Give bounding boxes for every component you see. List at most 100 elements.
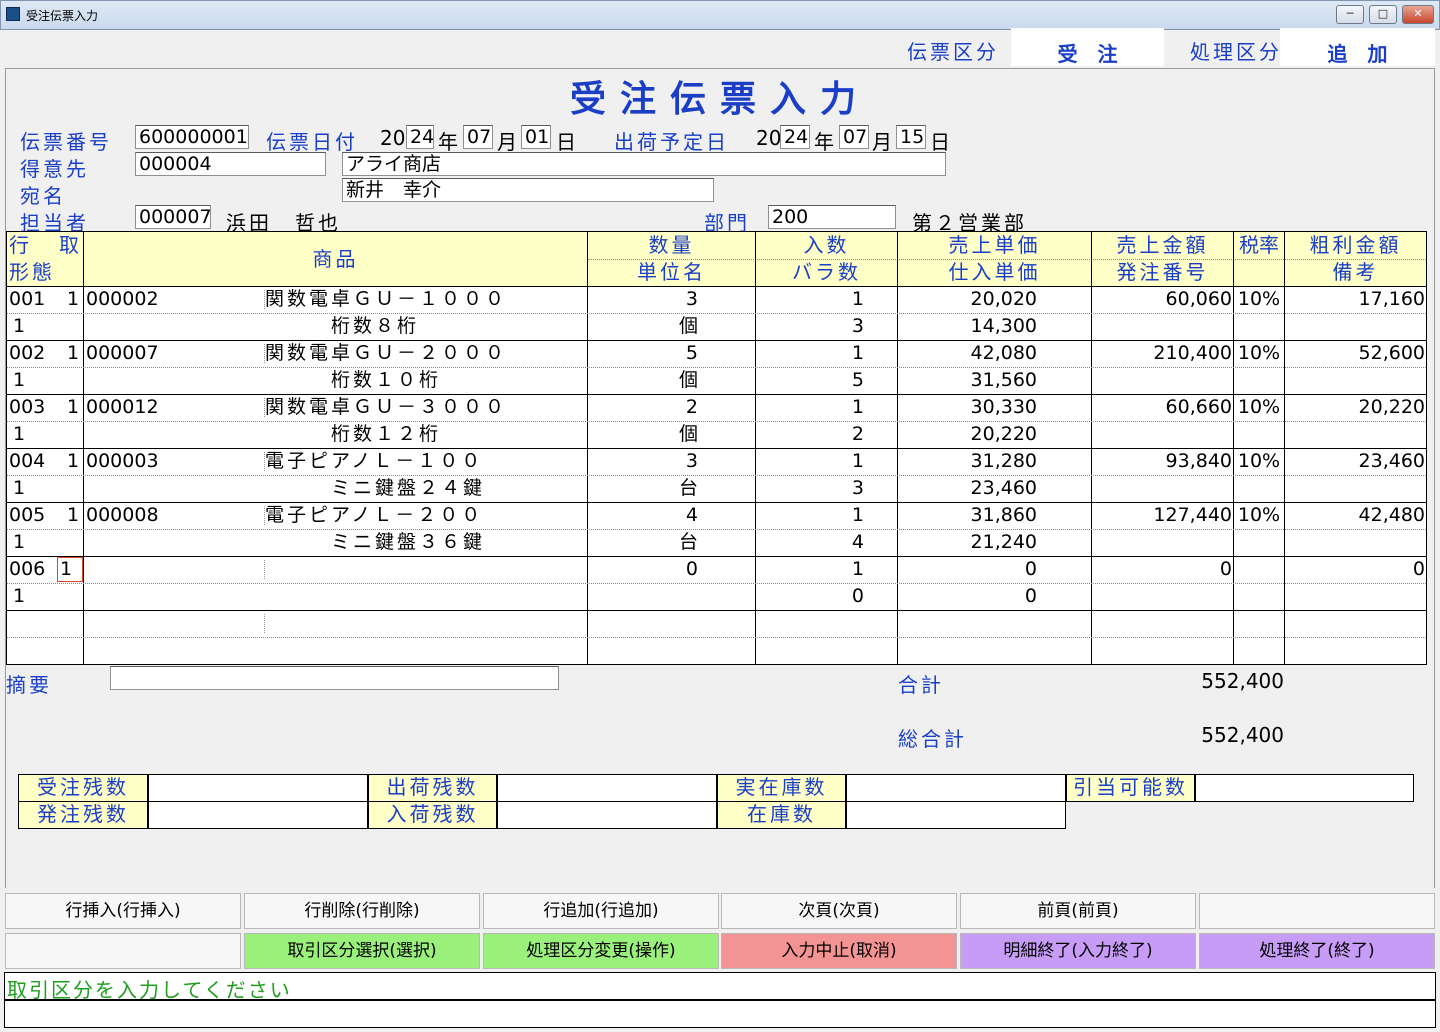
row-form[interactable]: 1 xyxy=(13,584,25,608)
row-product-spec: 桁数８桁 xyxy=(331,315,420,337)
ship-day-field[interactable]: 15 xyxy=(896,125,926,149)
row-sale-price[interactable]: 20,020 xyxy=(898,287,1037,311)
row-bara[interactable]: 5 xyxy=(756,368,864,392)
row-irisu[interactable]: 1 xyxy=(756,395,864,419)
row-qty[interactable]: 4 xyxy=(588,503,698,527)
prev-page-button[interactable]: 前頁(前頁) xyxy=(960,893,1196,929)
row-cost-price[interactable]: 23,460 xyxy=(898,476,1037,500)
window-titlebar xyxy=(0,0,1440,30)
add-row-button[interactable]: 行追加(行追加) xyxy=(483,893,719,929)
slip-no-field[interactable]: 600000001 xyxy=(135,125,249,149)
row-form[interactable]: 1 xyxy=(13,368,25,392)
status-message: 取引区分を入力してください xyxy=(7,978,292,1002)
end-detail-button[interactable]: 明細終了(入力終了) xyxy=(960,933,1196,969)
header-irisu: 入数 xyxy=(803,233,850,257)
row-qty[interactable]: 5 xyxy=(588,341,698,365)
slip-day-field[interactable]: 01 xyxy=(521,125,551,149)
staff-code-field[interactable]: 000007 xyxy=(135,205,211,229)
row-torihiki-kbn[interactable]: 1 xyxy=(67,503,79,527)
row-sale-price[interactable]: 31,280 xyxy=(898,449,1037,473)
row-product-code[interactable]: 000008 xyxy=(86,503,159,527)
addressee-field[interactable]: 新井 幸介 xyxy=(342,178,714,202)
memo-field[interactable] xyxy=(110,666,559,690)
row-bara[interactable]: 4 xyxy=(756,530,864,554)
row-product-code[interactable]: 000007 xyxy=(86,341,159,365)
dept-code-field[interactable]: 200 xyxy=(768,205,896,229)
row-sale-price[interactable]: 42,080 xyxy=(898,341,1037,365)
row-bara[interactable]: 3 xyxy=(756,476,864,500)
row-sale-price[interactable]: 30,330 xyxy=(898,395,1037,419)
ship-month-field[interactable]: 07 xyxy=(839,125,869,149)
row-irisu[interactable]: 1 xyxy=(756,341,864,365)
change-process-button[interactable]: 処理区分変更(操作) xyxy=(483,933,719,969)
slip-year-field[interactable]: 24 xyxy=(406,125,434,149)
row-divider xyxy=(7,529,1426,530)
slip-kind-label: 伝票区分 xyxy=(907,40,999,64)
row-torihiki-kbn[interactable]: 1 xyxy=(67,341,79,365)
row-cost-price[interactable]: 14,300 xyxy=(898,314,1037,338)
row-bara[interactable]: 3 xyxy=(756,314,864,338)
customer-label: 得意先 xyxy=(20,157,89,181)
row-cost-price[interactable]: 0 xyxy=(898,584,1037,608)
row-divider xyxy=(7,313,1426,314)
row-bara[interactable]: 0 xyxy=(756,584,864,608)
row-torihiki-kbn[interactable]: 1 xyxy=(67,449,79,473)
empty-function-button-2[interactable] xyxy=(5,933,241,969)
close-button[interactable]: ✕ xyxy=(1402,5,1434,24)
row-sale-price[interactable]: 31,860 xyxy=(898,503,1037,527)
maximize-button[interactable]: □ xyxy=(1369,5,1397,24)
customer-code-field[interactable]: 000004 xyxy=(135,152,326,176)
row-divider xyxy=(7,421,1426,422)
row-line-no: 003 xyxy=(9,396,46,418)
actual-stock-label: 実在庫数 xyxy=(717,774,846,802)
row-form[interactable]: 1 xyxy=(13,422,25,446)
row-product-code[interactable]: 000003 xyxy=(86,449,159,473)
torihiki-kbn-input[interactable]: 1 xyxy=(57,557,83,582)
row-product-code[interactable]: 000002 xyxy=(86,287,159,311)
customer-name-field[interactable]: アライ商店 xyxy=(342,152,946,176)
row-form[interactable]: 1 xyxy=(13,476,25,500)
row-torihiki-kbn[interactable]: 1 xyxy=(67,287,79,311)
header-bara: バラ数 xyxy=(792,260,861,284)
row-qty[interactable]: 3 xyxy=(588,287,698,311)
end-process-button[interactable]: 処理終了(終了) xyxy=(1199,933,1435,969)
header-product: 商品 xyxy=(312,247,359,271)
row-separator xyxy=(7,610,1426,611)
select-kbn-button[interactable]: 取引区分選択(選択) xyxy=(244,933,480,969)
row-irisu[interactable]: 1 xyxy=(756,503,864,527)
process-kind-label: 処理区分 xyxy=(1190,40,1282,64)
slip-month-field[interactable]: 07 xyxy=(463,125,493,149)
receive-remain-label: 入荷残数 xyxy=(368,801,497,829)
row-form[interactable]: 1 xyxy=(13,314,25,338)
row-irisu[interactable]: 1 xyxy=(756,557,864,581)
insert-row-button[interactable]: 行挿入(行挿入) xyxy=(5,893,241,929)
row-bara[interactable]: 2 xyxy=(756,422,864,446)
row-sale-amount: 0 xyxy=(1219,558,1232,580)
row-divider xyxy=(7,475,1426,476)
row-tax: 10% xyxy=(1237,450,1281,472)
ship-year-field[interactable]: 24 xyxy=(780,125,810,149)
row-qty[interactable]: 3 xyxy=(588,449,698,473)
slip-year-label: 年 xyxy=(438,130,458,154)
row-qty[interactable]: 0 xyxy=(588,557,698,581)
row-product-code[interactable]: 000012 xyxy=(86,395,159,419)
row-qty[interactable]: 2 xyxy=(588,395,698,419)
delete-row-button[interactable]: 行削除(行削除) xyxy=(244,893,480,929)
empty-function-button[interactable] xyxy=(1199,893,1435,929)
row-cost-price[interactable]: 21,240 xyxy=(898,530,1037,554)
cancel-input-button[interactable]: 入力中止(取消) xyxy=(721,933,957,969)
row-irisu[interactable]: 1 xyxy=(756,449,864,473)
minimize-button[interactable]: ─ xyxy=(1336,5,1364,24)
row-torihiki-kbn[interactable]: 1 xyxy=(67,395,79,419)
row-cost-price[interactable]: 20,220 xyxy=(898,422,1037,446)
row-form[interactable]: 1 xyxy=(13,530,25,554)
row-sale-price[interactable]: 0 xyxy=(898,557,1037,581)
row-unit: 個 xyxy=(678,315,698,337)
next-page-button[interactable]: 次頁(次頁) xyxy=(721,893,957,929)
process-kind-value: 追 加 xyxy=(1327,42,1388,66)
row-irisu[interactable]: 1 xyxy=(756,287,864,311)
page-title: 受注伝票入力 xyxy=(569,79,870,120)
grand-total-label: 総合計 xyxy=(898,727,967,751)
po-remain-value xyxy=(148,801,368,829)
row-cost-price[interactable]: 31,560 xyxy=(898,368,1037,392)
